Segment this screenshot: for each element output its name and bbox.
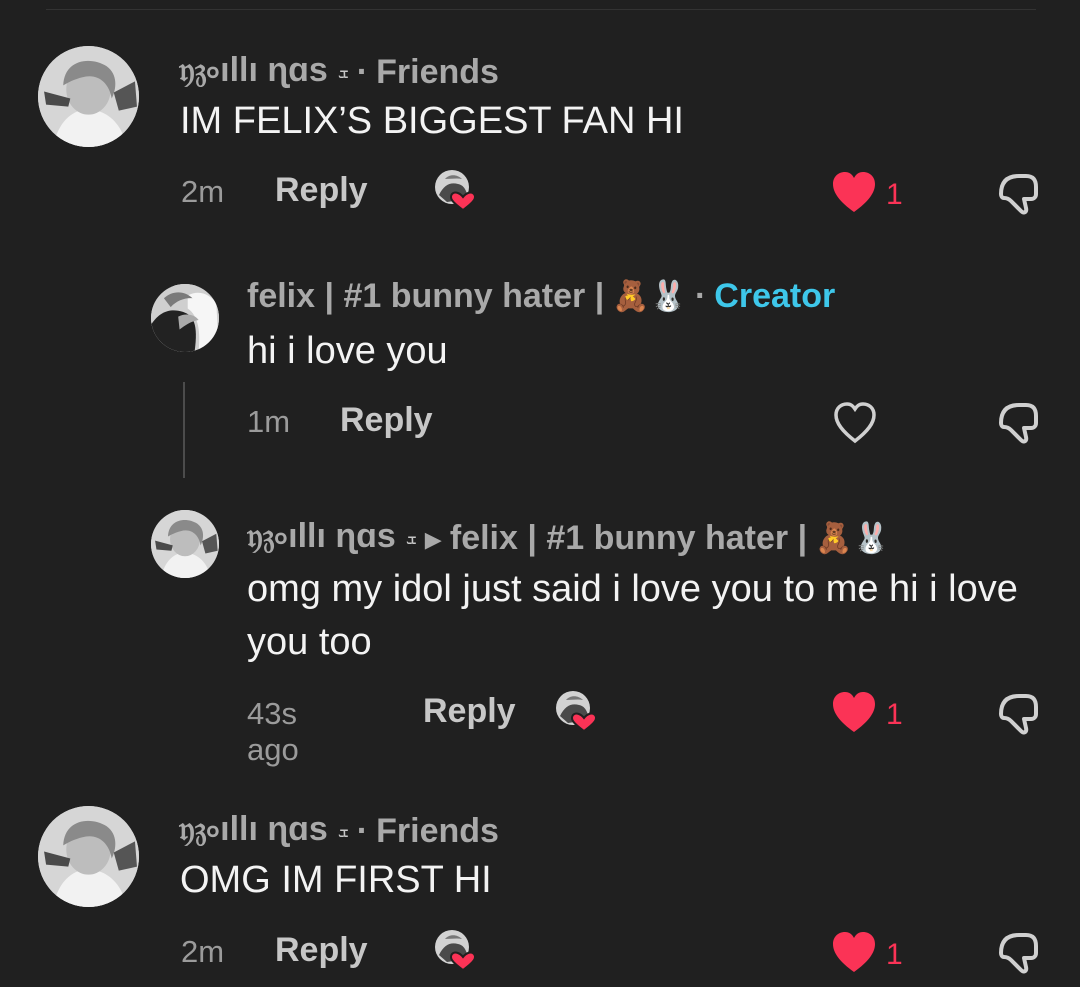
avatar[interactable] bbox=[38, 46, 139, 147]
author-emojis: 🧸🐰 bbox=[612, 279, 687, 313]
like-count: 1 bbox=[886, 938, 903, 971]
comment-meta: 𝔶𝔷৹ıllı ɳɑs ܫ · Friends bbox=[179, 44, 499, 101]
author-name[interactable]: 𝔶𝔷৹ıllı ɳɑs bbox=[247, 510, 396, 567]
reply-button[interactable]: Reply bbox=[340, 401, 433, 440]
heart-icon[interactable] bbox=[830, 689, 878, 737]
top-divider bbox=[46, 9, 1036, 10]
author-name[interactable]: felix | #1 bunny hater | bbox=[247, 277, 604, 316]
comment-text: IM FELIX’S BIGGEST FAN HI bbox=[180, 100, 684, 142]
comment-time: 2m bbox=[181, 174, 225, 209]
creator-badge: Creator bbox=[714, 277, 836, 315]
comment-text: hi i love you bbox=[247, 330, 448, 372]
comment-time: 1m bbox=[247, 404, 291, 439]
reply-button[interactable]: Reply bbox=[275, 171, 368, 210]
avatar[interactable] bbox=[151, 284, 219, 352]
meta-separator: · bbox=[356, 53, 369, 91]
like-group[interactable]: 1 bbox=[830, 689, 903, 737]
creator-liked-heart-icon bbox=[435, 170, 477, 212]
like-count: 1 bbox=[886, 178, 903, 211]
heart-outline-icon[interactable] bbox=[831, 399, 879, 447]
author-name[interactable]: 𝔶𝔷৹ıllı ɳɑs bbox=[179, 803, 328, 860]
author-name[interactable]: 𝔶𝔷৹ıllı ɳɑs bbox=[179, 44, 328, 101]
meta-separator: · bbox=[356, 812, 369, 850]
comment-meta: 𝔶𝔷৹ıllı ɳɑs ܫ ▸ felix | #1 bunny hater |… bbox=[247, 510, 890, 567]
creator-liked-heart-icon bbox=[556, 691, 598, 733]
comment-time: 2m bbox=[181, 934, 225, 969]
thumbs-down-icon[interactable] bbox=[994, 929, 1042, 977]
heart-icon[interactable] bbox=[830, 929, 878, 977]
friends-badge: Friends bbox=[376, 812, 499, 850]
comment-text: OMG IM FIRST HI bbox=[180, 859, 492, 901]
reply-button[interactable]: Reply bbox=[275, 931, 368, 970]
reply-arrow-icon: ▸ bbox=[424, 519, 442, 558]
avatar[interactable] bbox=[38, 806, 139, 907]
thumbs-down-icon[interactable] bbox=[994, 170, 1042, 218]
meta-separator: · bbox=[694, 277, 707, 315]
comment-meta: felix | #1 bunny hater | 🧸🐰 · Creator bbox=[247, 277, 835, 316]
creator-liked-heart-icon bbox=[435, 930, 477, 972]
author-decoration: ܫ bbox=[405, 528, 417, 548]
comment-meta: 𝔶𝔷৹ıllı ɳɑs ܫ · Friends bbox=[179, 803, 499, 860]
reply-to-name[interactable]: felix | #1 bunny hater | bbox=[450, 519, 807, 558]
comment-time: 43s ago bbox=[247, 696, 299, 767]
heart-icon[interactable] bbox=[830, 169, 878, 217]
author-decoration: ܫ bbox=[337, 62, 349, 82]
like-group[interactable]: 1 bbox=[830, 169, 903, 217]
comment-text: omg my idol just said i love you to me h… bbox=[247, 568, 1018, 663]
author-decoration: ܫ bbox=[337, 821, 349, 841]
like-group[interactable]: 1 bbox=[830, 929, 903, 977]
reply-to-emojis: 🧸🐰 bbox=[815, 521, 890, 555]
avatar[interactable] bbox=[151, 510, 219, 578]
friends-badge: Friends bbox=[376, 53, 499, 91]
like-count: 1 bbox=[886, 698, 903, 731]
thumbs-down-icon[interactable] bbox=[994, 690, 1042, 738]
reply-button[interactable]: Reply bbox=[423, 692, 516, 731]
thumbs-down-icon[interactable] bbox=[994, 399, 1042, 447]
reply-thread-line bbox=[183, 382, 185, 478]
